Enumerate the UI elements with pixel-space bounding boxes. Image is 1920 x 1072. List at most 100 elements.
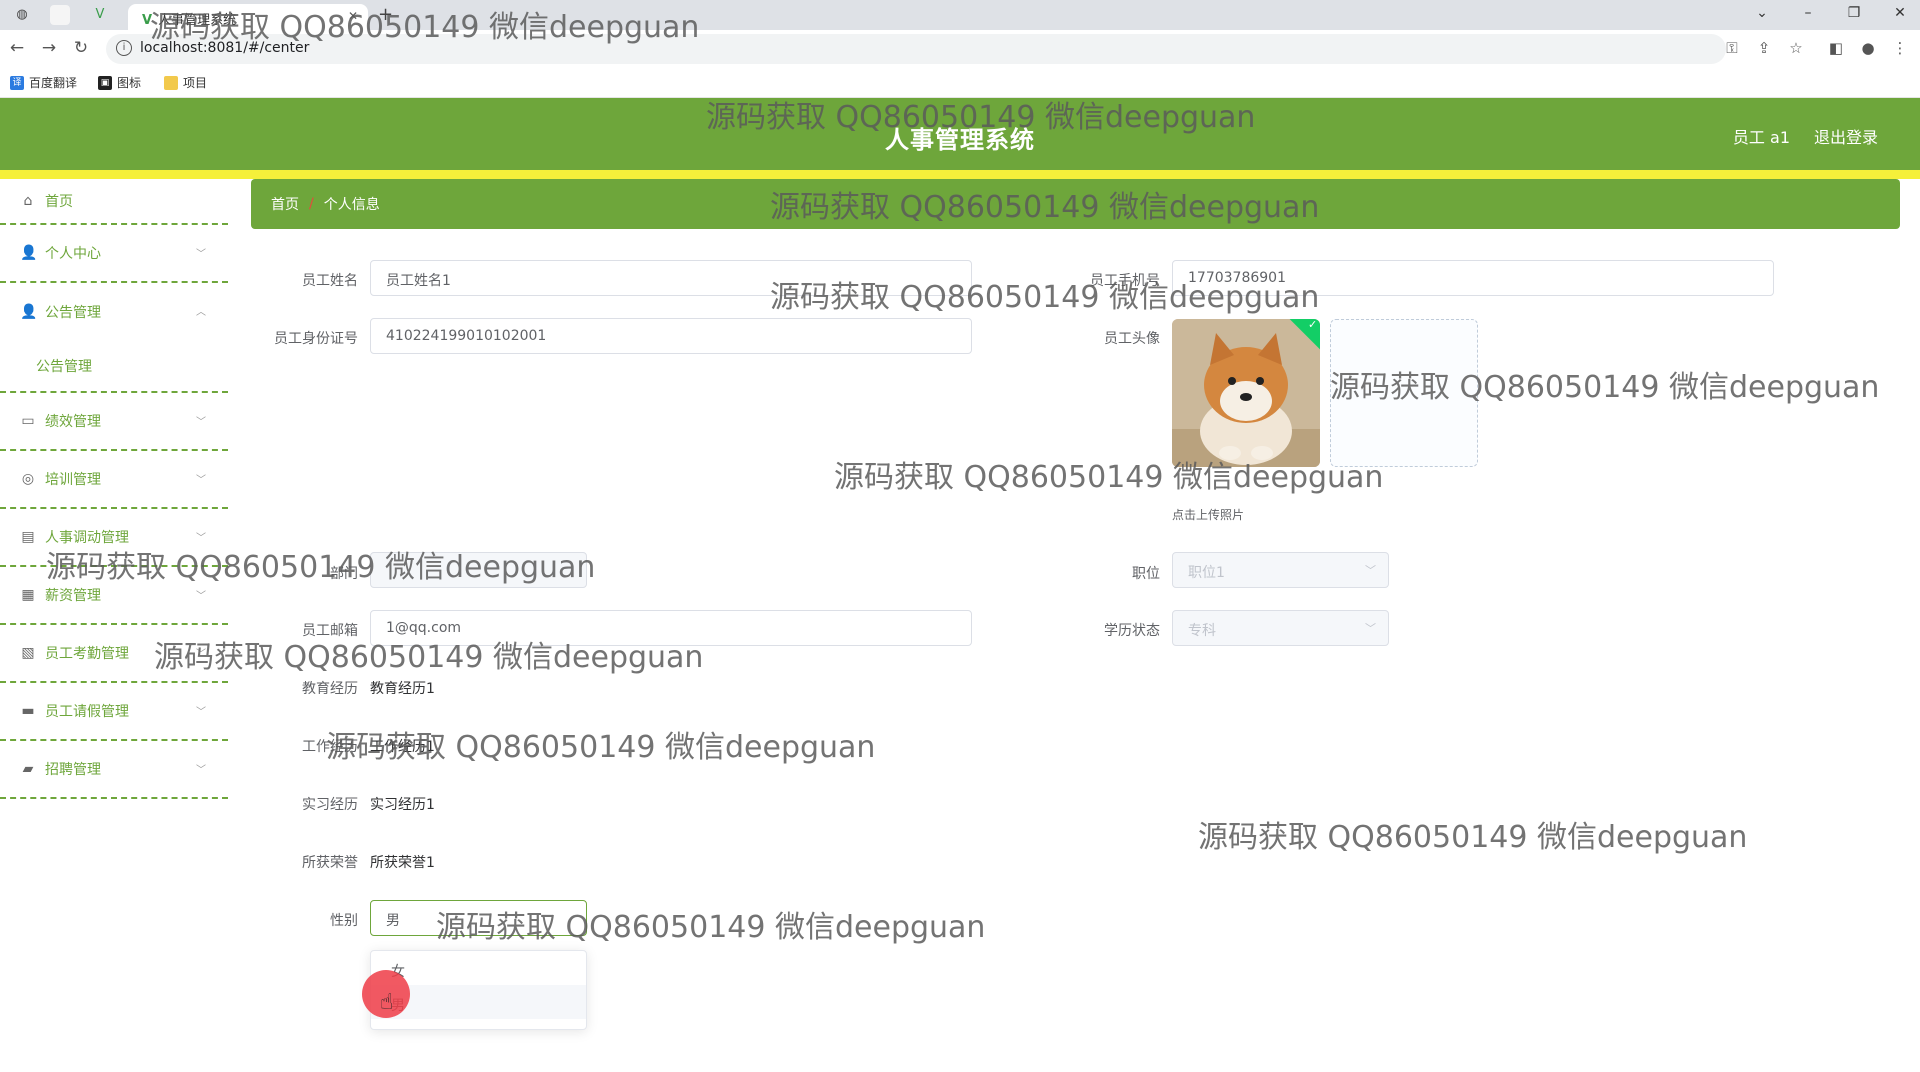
app-title: 人事管理系统	[885, 126, 1035, 154]
sidebar-item-label: 员工请假管理	[45, 704, 129, 720]
position-select[interactable]: 职位1 ﹀	[1172, 552, 1389, 588]
back-icon[interactable]: ←	[6, 38, 28, 58]
breadcrumb-current: 个人信息	[323, 197, 380, 213]
sidebar-item-personal-center[interactable]: 👤 个人中心 ﹀	[0, 225, 228, 283]
sidebar-item-label: 培训管理	[45, 472, 101, 488]
sidebar-item-label: 招聘管理	[45, 762, 101, 778]
email-label: 员工邮箱	[302, 623, 358, 639]
gender-select[interactable]: 男	[370, 900, 587, 936]
sidebar-item-label: 人事调动管理	[45, 530, 129, 546]
sidebar-item-performance[interactable]: ▭ 绩效管理 ﹀	[0, 393, 228, 451]
translate-icon: 译	[10, 75, 24, 90]
bookmark-item[interactable]: 译 百度翻译	[10, 74, 77, 91]
department-select[interactable]	[370, 552, 587, 588]
globe-icon[interactable]: ◍	[12, 5, 32, 25]
profile-icon[interactable]: ●	[1858, 39, 1878, 57]
chevron-down-icon: ﹀	[196, 417, 206, 428]
app-header: 人事管理系统 员工 a1 退出登录	[0, 98, 1920, 170]
honor-value: 所获荣誉1	[370, 855, 435, 871]
work-exp-value: 工作经历1	[370, 739, 435, 755]
phone-input[interactable]: 17703786901	[1172, 260, 1774, 296]
grid-icon: ▦	[21, 587, 35, 603]
sidebar-item-label: 绩效管理	[45, 414, 101, 430]
menu-icon[interactable]: ⋮	[1890, 39, 1910, 57]
sidebar-item-leave[interactable]: ▬ 员工请假管理 ﹀	[0, 683, 228, 741]
bookmark-label: 百度翻译	[29, 76, 78, 90]
edu-status-label: 学历状态	[1104, 623, 1160, 639]
sidebar-item-notice[interactable]: 👤 公告管理 ︿	[0, 283, 228, 341]
restore-icon[interactable]: ❐	[1844, 5, 1864, 21]
chevron-down-icon: ﹀	[196, 707, 206, 718]
intern-value: 实习经历1	[370, 797, 435, 813]
vue-tab-icon[interactable]: V	[90, 5, 110, 25]
sidebar-item-recruit[interactable]: ▰ 招聘管理 ﹀	[0, 741, 228, 799]
message-icon: ▭	[21, 413, 35, 429]
logout-link[interactable]: 退出登录	[1814, 124, 1878, 148]
name-input[interactable]: 员工姓名1	[370, 260, 972, 296]
close-window-icon[interactable]: ✕	[1890, 5, 1910, 21]
sidebar-item-transfer[interactable]: ▤ 人事调动管理 ﹀	[0, 509, 228, 567]
upload-button[interactable]	[1330, 319, 1478, 467]
sidebar-item-home[interactable]: ⌂ 首页	[0, 179, 228, 225]
blank-tab-icon[interactable]	[50, 5, 70, 25]
chevron-down-icon: ﹀	[1365, 622, 1376, 635]
chart-icon: ▧	[21, 645, 35, 661]
close-tab-icon[interactable]: ✕	[348, 9, 358, 23]
sidepanel-icon[interactable]: ◧	[1826, 39, 1846, 57]
department-label: 部门	[330, 566, 358, 582]
bookmark-label: 图标	[117, 76, 142, 90]
bookmark-item[interactable]: ▣ 图标	[98, 74, 141, 91]
site-info-icon[interactable]: i	[116, 40, 132, 56]
chevron-down-icon[interactable]: ⌄	[1752, 5, 1772, 21]
intern-label: 实习经历	[302, 797, 358, 813]
address-bar: ← → ↻ i localhost:8081/#/center ⚿ ⇪ ☆ ◧ …	[0, 30, 1920, 68]
url-input[interactable]: i localhost:8081/#/center	[106, 34, 1726, 64]
key-icon[interactable]: ⚿	[1722, 39, 1742, 57]
breadcrumb: 首页 / 个人信息	[251, 179, 1900, 229]
chevron-down-icon: ﹀	[196, 475, 206, 486]
bookmark-item[interactable]: 项目	[164, 74, 207, 91]
reload-icon[interactable]: ↻	[70, 38, 92, 58]
idcard-input[interactable]: 410224199010102001	[370, 318, 972, 354]
watermark: 源码获取 QQ86050149 微信deepguan	[1198, 820, 1748, 855]
forward-icon[interactable]: →	[38, 38, 60, 58]
sidebar-subitem-notice[interactable]: 公告管理	[0, 341, 228, 391]
chevron-down-icon: ﹀	[196, 649, 206, 660]
chevron-down-icon: ﹀	[196, 591, 206, 602]
chevron-up-icon: ︿	[196, 307, 206, 318]
bookmark-label: 项目	[183, 76, 208, 90]
breadcrumb-home[interactable]: 首页	[271, 194, 299, 214]
clipboard-icon: ▤	[21, 529, 35, 545]
compass-icon: ◎	[21, 471, 35, 487]
gender-value: 男	[386, 913, 400, 929]
name-label: 员工姓名	[302, 273, 358, 289]
email-input[interactable]: 1@qq.com	[370, 610, 972, 646]
avatar-image[interactable]: ✓	[1172, 319, 1320, 467]
bookmarks-bar: 译 百度翻译 ▣ 图标 项目	[0, 68, 1920, 98]
share-icon[interactable]: ⇪	[1754, 39, 1774, 57]
gender-label: 性别	[330, 913, 358, 929]
position-label: 职位	[1132, 566, 1160, 582]
edu-status-select[interactable]: 专科 ﹀	[1172, 610, 1389, 646]
chevron-down-icon: ﹀	[196, 533, 206, 544]
user-icon: 👤	[20, 245, 38, 261]
sidebar-item-label: 公告管理	[45, 305, 101, 321]
sidebar-item-attendance[interactable]: ▧ 员工考勤管理 ﹀	[0, 625, 228, 683]
edu-status-value: 专科	[1188, 623, 1216, 639]
check-icon: ✓	[1308, 319, 1318, 331]
sidebar-item-label: 个人中心	[45, 246, 101, 262]
sidebar-item-training[interactable]: ◎ 培训管理 ﹀	[0, 451, 228, 509]
idcard-label: 员工身份证号	[274, 331, 358, 347]
url-text: localhost:8081/#/center	[140, 40, 310, 56]
star-icon[interactable]: ☆	[1786, 39, 1806, 57]
upload-tip: 点击上传照片	[1172, 508, 1245, 522]
chevron-down-icon: ﹀	[196, 765, 206, 776]
vue-favicon-icon: V	[142, 13, 153, 28]
sidebar-item-salary[interactable]: ▦ 薪资管理 ﹀	[0, 567, 228, 625]
position-value: 职位1	[1188, 565, 1225, 581]
hand-cursor-icon: ☝	[380, 990, 394, 1015]
new-tab-icon[interactable]: +	[378, 4, 393, 25]
avatar-label: 员工头像	[1104, 331, 1160, 347]
minimize-icon[interactable]: –	[1798, 5, 1818, 21]
browser-tab-active[interactable]: V 人事管理系统 ✕	[128, 4, 368, 30]
